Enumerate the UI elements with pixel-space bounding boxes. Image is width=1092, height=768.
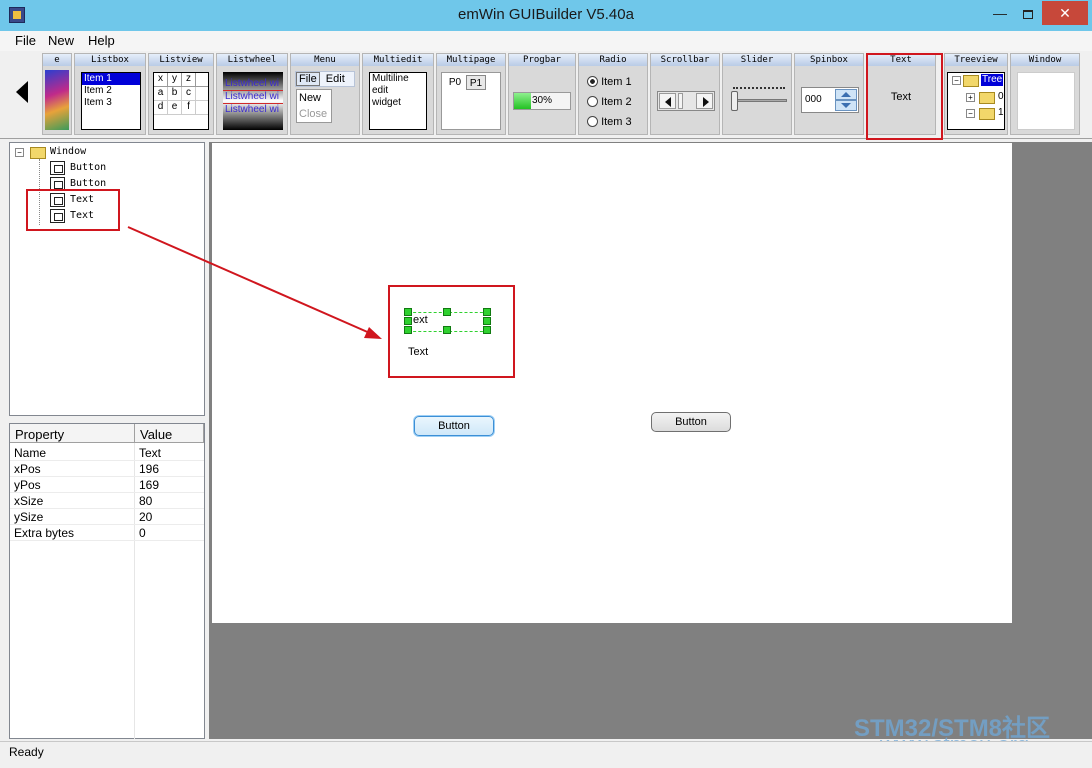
status-bar: Ready [0,741,1092,768]
status-text: Ready [9,745,44,759]
annotation-arrow [127,226,382,339]
